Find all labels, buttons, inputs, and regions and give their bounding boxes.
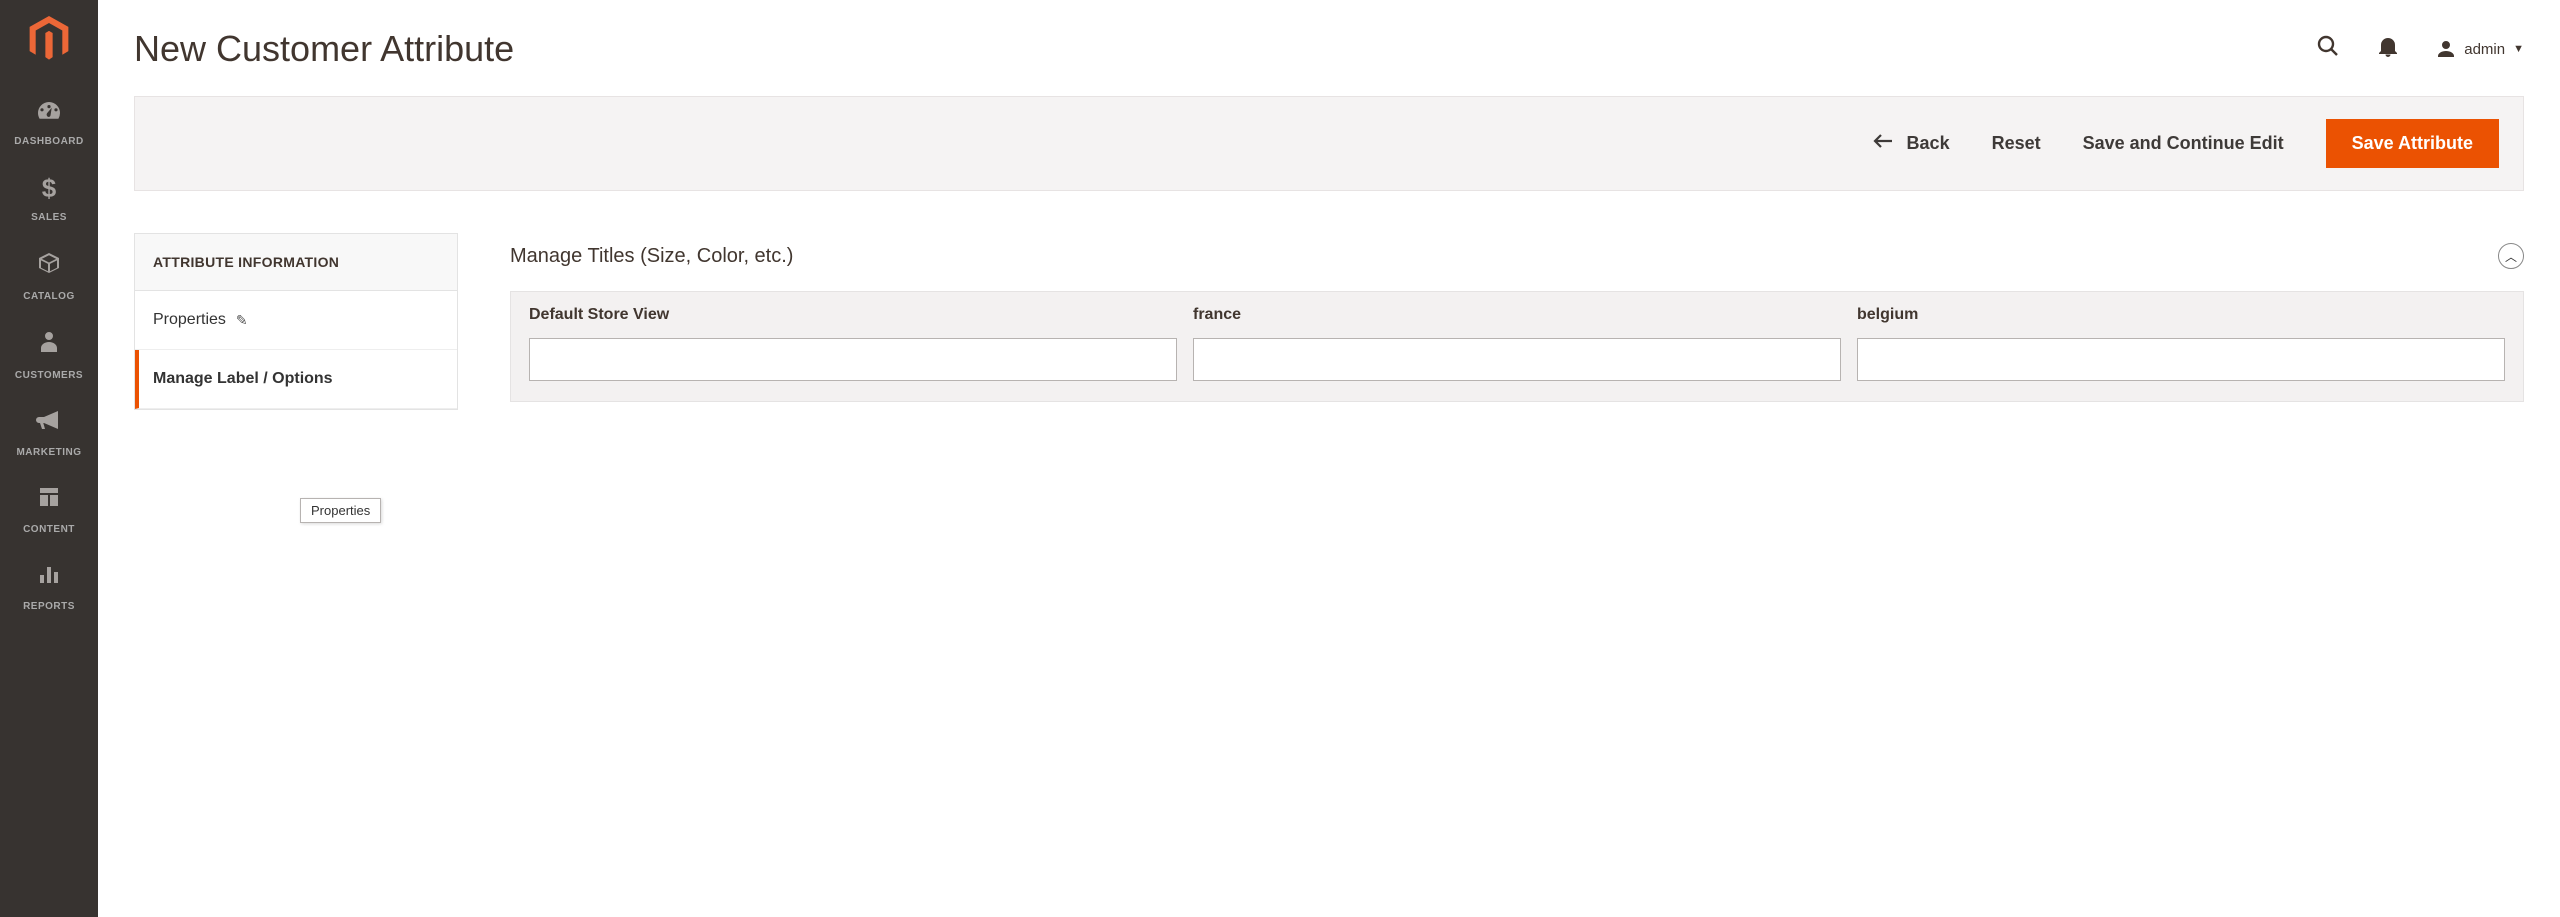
section-title: Manage Titles (Size, Color, etc.)	[510, 245, 793, 268]
nav-label: SALES	[31, 212, 67, 223]
title-input-default[interactable]	[529, 338, 1177, 381]
panel-heading: ATTRIBUTE INFORMATION	[135, 234, 457, 291]
nav-label: CONTENT	[23, 524, 75, 535]
nav-label: REPORTS	[23, 601, 75, 612]
layout-icon	[0, 486, 98, 513]
tab-label: Properties	[153, 311, 226, 329]
arrow-left-icon	[1873, 133, 1893, 154]
hover-tooltip: Properties	[300, 498, 381, 523]
user-menu[interactable]: admin ▼	[2436, 39, 2524, 59]
box-icon	[0, 251, 98, 280]
magento-logo	[28, 18, 70, 60]
nav-label: CATALOG	[23, 291, 74, 302]
nav-marketing[interactable]: MARKETING	[0, 395, 98, 472]
main-content: New Customer Attribute admin ▼	[98, 0, 2560, 917]
col-default-store-view: Default Store View	[529, 306, 1177, 324]
titles-table: Default Store View france belgium	[510, 291, 2524, 402]
bell-icon[interactable]	[2378, 35, 2398, 63]
save-continue-button[interactable]: Save and Continue Edit	[2083, 133, 2284, 154]
dashboard-icon	[0, 100, 98, 125]
nav-catalog[interactable]: CATALOG	[0, 237, 98, 316]
col-france: france	[1193, 306, 1841, 324]
attribute-info-panel: ATTRIBUTE INFORMATION Properties ✎ Manag…	[134, 233, 458, 410]
tab-manage-label-options[interactable]: Manage Label / Options	[135, 350, 457, 409]
user-icon	[2436, 39, 2456, 59]
reset-button[interactable]: Reset	[1992, 133, 2041, 154]
content-area: ATTRIBUTE INFORMATION Properties ✎ Manag…	[134, 233, 2524, 410]
nav-label: MARKETING	[16, 447, 81, 458]
nav-label: DASHBOARD	[14, 136, 84, 147]
header-toolbar: admin ▼	[2316, 34, 2524, 64]
collapse-toggle[interactable]: ︿	[2498, 243, 2524, 269]
bar-chart-icon	[0, 563, 98, 590]
titles-header-row: Default Store View france belgium	[511, 292, 2523, 338]
user-label: admin	[2464, 41, 2505, 58]
pencil-icon: ✎	[236, 312, 248, 329]
page-title: New Customer Attribute	[134, 28, 514, 70]
back-button[interactable]: Back	[1873, 133, 1950, 154]
back-label: Back	[1907, 133, 1950, 154]
magento-logo-icon	[29, 16, 69, 62]
tab-properties[interactable]: Properties ✎	[135, 291, 457, 350]
nav-reports[interactable]: REPORTS	[0, 549, 98, 626]
chevron-up-icon: ︿	[2505, 248, 2517, 265]
action-bar: Back Reset Save and Continue Edit Save A…	[134, 96, 2524, 191]
admin-sidebar: DASHBOARD $ SALES CATALOG CUSTOMERS MARK…	[0, 0, 98, 917]
tab-list: Properties ✎ Manage Label / Options	[135, 291, 457, 409]
title-input-france[interactable]	[1193, 338, 1841, 381]
search-icon[interactable]	[2316, 34, 2340, 64]
page-header: New Customer Attribute admin ▼	[134, 0, 2524, 96]
right-panel: Manage Titles (Size, Color, etc.) ︿ Defa…	[510, 233, 2524, 410]
nav-label: CUSTOMERS	[15, 370, 83, 381]
section-head: Manage Titles (Size, Color, etc.) ︿	[510, 233, 2524, 291]
caret-down-icon: ▼	[2513, 43, 2524, 55]
person-icon	[0, 330, 98, 359]
nav-sales[interactable]: $ SALES	[0, 161, 98, 237]
megaphone-icon	[0, 409, 98, 436]
nav-customers[interactable]: CUSTOMERS	[0, 316, 98, 395]
nav-content[interactable]: CONTENT	[0, 472, 98, 549]
title-input-belgium[interactable]	[1857, 338, 2505, 381]
titles-input-row	[511, 338, 2523, 401]
tab-label: Manage Label / Options	[153, 370, 333, 388]
save-attribute-button[interactable]: Save Attribute	[2326, 119, 2499, 168]
dollar-icon: $	[0, 175, 98, 201]
nav-dashboard[interactable]: DASHBOARD	[0, 86, 98, 161]
col-belgium: belgium	[1857, 306, 2505, 324]
